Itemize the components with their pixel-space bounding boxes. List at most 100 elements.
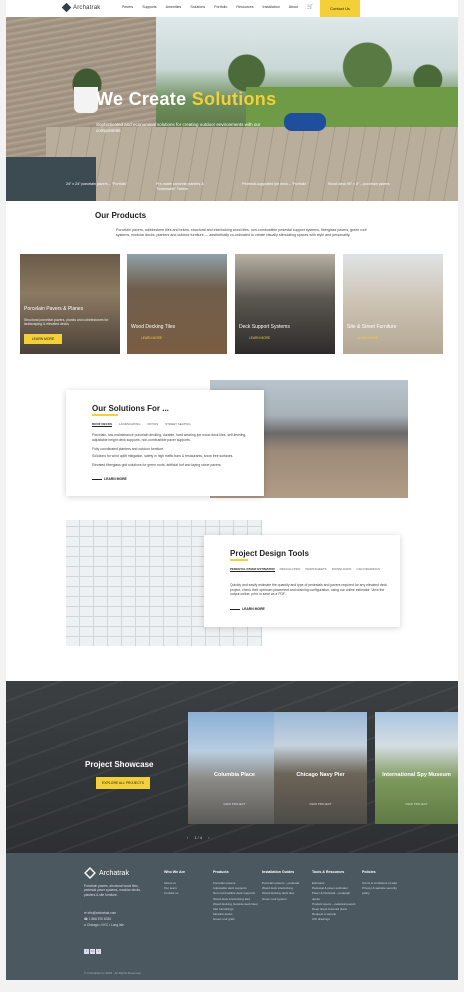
contact-us-button[interactable]: Contact Us: [320, 0, 360, 17]
hero-title-yellow: Solutions: [191, 89, 277, 109]
hero-sofa: [284, 113, 326, 131]
tab-pedestal-paver-estimator[interactable]: PEDESTAL PAVER ESTIMATOR: [230, 567, 275, 572]
twitter-icon[interactable]: t: [96, 949, 101, 954]
footer-col-who-we-are: Who We Are About us Our team Contact us: [164, 870, 185, 897]
footer-link[interactable]: CSI drawings: [312, 917, 356, 922]
nav-link-pavers[interactable]: Pavers: [122, 5, 133, 9]
tab-patios[interactable]: PATIOS: [148, 422, 159, 427]
learn-more-link[interactable]: LEARN MORE: [357, 336, 378, 340]
product-card-wood-decking[interactable]: Wood Decking Tiles LEARN MORE: [127, 254, 227, 354]
learn-more-link[interactable]: LEARN MORE: [249, 336, 270, 340]
hero-caption-2: Pre-made concrete planters & "Notamatrix…: [156, 182, 204, 191]
footer-col-products: Products Porcelain pavers Adjustable dec…: [213, 870, 259, 923]
hero-caption-4: Wood deck 96" x 8" – porcelain pavers: [328, 182, 390, 186]
solutions-line-2: Fully coordinated planters and outdoor f…: [92, 447, 165, 451]
footer-link[interactable]: Non-combustible deck supports: [213, 891, 259, 896]
product-card-label: Wood Decking Tiles: [131, 324, 176, 330]
tab-downloads[interactable]: DOWNLOADS: [332, 567, 352, 572]
hero-title: We Create Solutions: [96, 89, 276, 110]
footer-email-text: info@archatrak.com: [87, 911, 117, 915]
solutions-card: Our Solutions For ... ROOF DECKS LANDSCA…: [66, 390, 264, 496]
footer-copyright: © Archatrak Inc 2023 · All Rights Reserv…: [84, 971, 141, 975]
solutions-line-3: Solutions for wind uplift mitigation, sa…: [92, 454, 234, 458]
project-showcase-section: Project Showcase EXPLORE ALL PROJECTS Co…: [6, 681, 458, 853]
product-card-label: Site & Street Furniture: [347, 324, 397, 330]
cart-icon[interactable]: 🛒: [307, 4, 313, 10]
product-card-porcelain[interactable]: Porcelain Pavers & Planes Structural por…: [20, 254, 120, 354]
footer-link[interactable]: Green roof system: [262, 897, 308, 902]
view-project-link[interactable]: VIEW PROJECT: [188, 802, 281, 806]
nav-link-supports[interactable]: Supports: [142, 5, 156, 9]
top-nav: Archatrak Pavers Supports Amenities Solu…: [6, 0, 458, 17]
tools-text: Quickly and easily estimate the quantity…: [230, 583, 388, 597]
explore-projects-button[interactable]: EXPLORE ALL PROJECTS: [96, 777, 150, 789]
solutions-learn-more[interactable]: LEARN MORE: [92, 477, 127, 481]
tab-street-seating[interactable]: STREET SEATING: [165, 422, 191, 427]
project-card-columbia[interactable]: Columbia Place VIEW PROJECT: [188, 712, 281, 824]
footer-link[interactable]: Privacy & website security policy: [362, 886, 404, 896]
products-description: Porcelain pavers, cobblestone tiles and …: [116, 228, 367, 237]
project-card-spy-museum[interactable]: International Spy Museum VIEW PROJECT: [375, 712, 458, 824]
tools-learn-more[interactable]: LEARN MORE: [230, 607, 265, 611]
footer-description: Porcelain pavers, structural wood tiles,…: [84, 884, 141, 897]
nav-link-portfolio[interactable]: Portfolio: [214, 5, 227, 9]
footer-logo[interactable]: Archatrak: [84, 867, 129, 879]
tab-roof-decks[interactable]: ROOF DECKS: [92, 422, 113, 427]
nav-link-amenities[interactable]: Amenities: [166, 5, 182, 9]
pager-prev-icon[interactable]: ‹: [187, 835, 188, 840]
footer-logo-text: Archatrak: [99, 869, 129, 877]
footer-location-text: Chicago • NYC • Long Isle: [86, 923, 124, 927]
footer-link[interactable]: Paver & Pedestal – pedestal decks: [312, 891, 356, 901]
view-project-link[interactable]: VIEW PROJECT: [375, 802, 458, 806]
footer-link[interactable]: Green roof grids: [213, 917, 259, 922]
tools-title: Project Design Tools: [230, 549, 309, 558]
hero-deck: [46, 127, 458, 201]
learn-more-link[interactable]: LEARN MORE: [141, 336, 162, 340]
nav-link-about[interactable]: About: [289, 5, 298, 9]
product-card-deck-support[interactable]: Deck Support Systems LEARN MORE: [235, 254, 335, 354]
nav-link-resources[interactable]: Resources: [236, 5, 253, 9]
linkedin-icon[interactable]: in: [90, 949, 95, 954]
solutions-line-1: Porcelain, low-maintenance porcelain dec…: [92, 433, 247, 442]
product-card-label: Deck Support Systems: [239, 324, 290, 330]
footer-col-heading: Tools & Resources: [312, 870, 345, 874]
project-title: International Spy Museum: [382, 772, 451, 778]
footer-col-heading: Policies: [362, 870, 376, 874]
footer-col-heading: Who We Are: [164, 870, 185, 874]
tab-pedcalcpro[interactable]: PEDCALCPRO: [280, 567, 301, 572]
nav-link-solutions[interactable]: Solutions: [190, 5, 205, 9]
learn-more-button[interactable]: LEARN MORE: [24, 334, 62, 344]
footer-logo-mark-icon: [84, 867, 96, 879]
tab-worksheets[interactable]: WORKSHEETS: [305, 567, 326, 572]
showcase-title: Project Showcase: [85, 760, 154, 769]
logo-mark-icon: [61, 2, 72, 13]
hero-caption-3: Pedestal-supported Ipe deck – "Portfolio…: [242, 182, 308, 186]
tab-cad-drawings[interactable]: CAD DRAWINGS: [356, 567, 380, 572]
page: Archatrak Pavers Supports Amenities Solu…: [6, 0, 458, 980]
view-project-link[interactable]: VIEW PROJECT: [274, 802, 367, 806]
project-card-navy-pier[interactable]: Chicago Navy Pier VIEW PROJECT: [274, 712, 367, 824]
logo-text: Archatrak: [73, 4, 101, 11]
product-card-desc: Structural porcelain pavers, planks and …: [24, 318, 109, 327]
pager-next-icon[interactable]: ›: [208, 835, 209, 840]
hero-subtitle: Sophisticated and economical solutions f…: [96, 122, 261, 133]
nav-link-installation[interactable]: Installation: [263, 5, 280, 9]
footer-location: ● Chicago • NYC • Long Isle: [84, 923, 124, 927]
footer-link[interactable]: Contact us: [164, 891, 185, 896]
tools-tabs: PEDESTAL PAVER ESTIMATOR PEDCALCPRO WORK…: [230, 567, 380, 572]
hero-banner: We Create Solutions Sophisticated and ec…: [6, 17, 458, 201]
solutions-title: Our Solutions For ...: [92, 404, 169, 413]
pager-count: 1 / 4: [194, 835, 203, 840]
facebook-icon[interactable]: f: [84, 949, 89, 954]
footer-phone[interactable]: ☎ 1 866 576 8336: [84, 917, 111, 921]
footer-col-policies: Policies Terms & conditions of sale Priv…: [362, 870, 404, 897]
tab-landscaping[interactable]: LANDSCAPING: [119, 422, 141, 427]
footer-email[interactable]: ✉ info@archatrak.com: [84, 911, 116, 915]
hero-title-white: We Create: [96, 89, 187, 109]
project-title: Chicago Navy Pier: [296, 772, 345, 778]
product-card-site-furniture[interactable]: Site & Street Furniture LEARN MORE: [343, 254, 443, 354]
solutions-tabs: ROOF DECKS LANDSCAPING PATIOS STREET SEA…: [92, 422, 191, 427]
logo[interactable]: Archatrak: [61, 2, 101, 13]
tools-card: Project Design Tools PEDESTAL PAVER ESTI…: [204, 535, 400, 627]
footer-social: f in t: [84, 949, 101, 954]
